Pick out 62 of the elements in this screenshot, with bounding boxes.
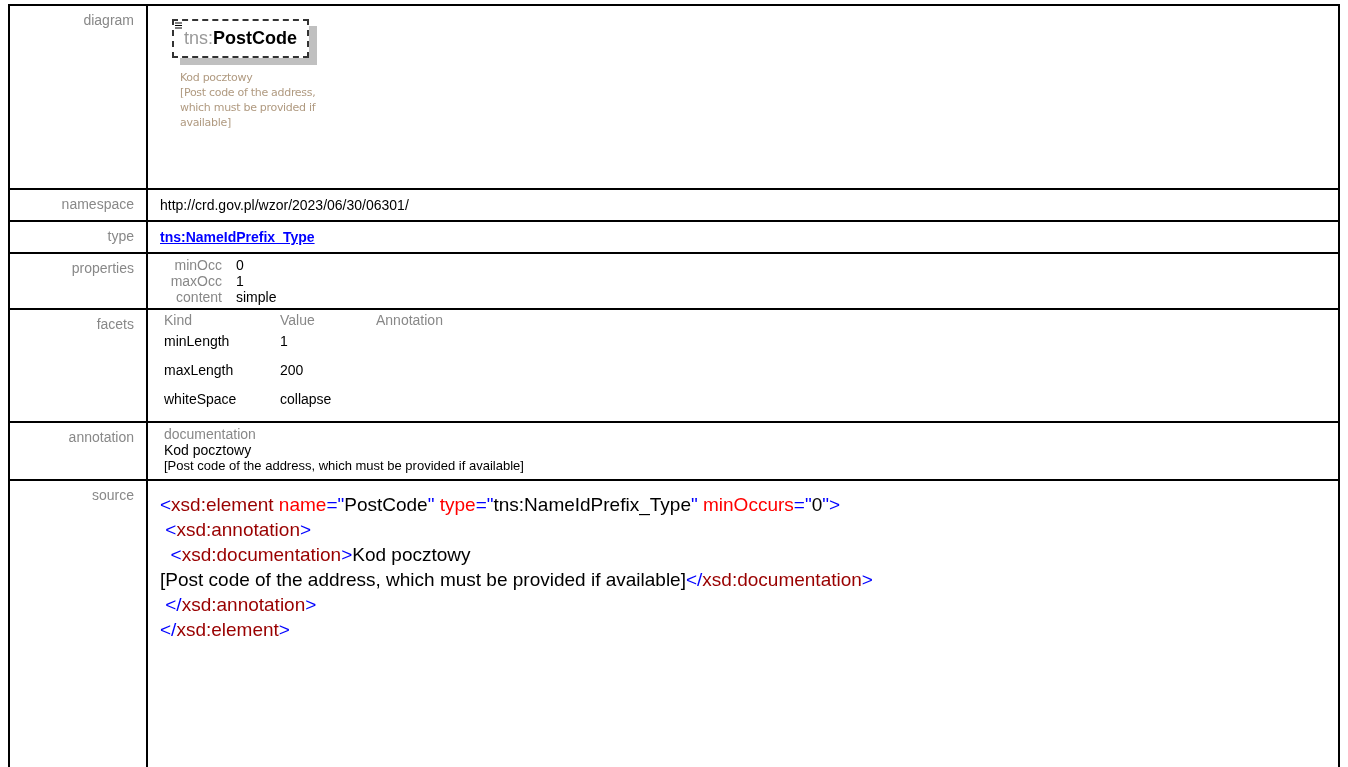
code-token: =" <box>475 494 494 515</box>
code-token: xsd:documentation <box>181 544 342 565</box>
facet-kind: minLength <box>164 332 231 351</box>
code-token: xsd:element <box>176 619 279 640</box>
namespace-value: http://crd.gov.pl/wzor/2023/06/30/06301/ <box>160 197 409 213</box>
code-token: > <box>305 594 317 615</box>
row-label: properties <box>71 260 134 276</box>
element-name: PostCode <box>213 28 298 48</box>
code-token: xsd:documentation <box>702 569 862 590</box>
code-token: minOccurs <box>701 494 794 515</box>
code-token: xsd:annotation <box>181 594 306 615</box>
row-label: source <box>91 487 134 503</box>
code-token: =" <box>793 494 812 515</box>
facet-kind: maxLength <box>164 361 235 380</box>
code-token: < <box>164 519 177 540</box>
property-name: maxOcc <box>169 273 222 289</box>
row-label: diagram <box>83 12 134 28</box>
property-name: content <box>175 289 222 305</box>
column-header: Value <box>280 313 316 327</box>
list-icon <box>175 22 182 29</box>
row-label: namespace <box>61 196 134 212</box>
code-token: type <box>438 494 476 515</box>
facet-value: 1 <box>280 332 289 351</box>
code-token: > <box>861 569 873 590</box>
documentation-text: [Post code of the address, which must be provided if available] <box>164 458 525 474</box>
code-token: xsd:annotation <box>176 519 300 540</box>
facet-value: 200 <box>280 361 305 380</box>
code-token: [Post code of the address, which must be provided if available] <box>160 569 686 590</box>
code-token: PostCode <box>344 494 428 515</box>
property-name: minOcc <box>173 257 222 273</box>
code-token: xsd:element <box>171 494 274 515</box>
row-label: type <box>107 228 134 244</box>
code-token: > <box>278 619 290 640</box>
code-token: 0 <box>811 494 823 515</box>
code-token: name <box>277 494 327 515</box>
code-token: > <box>299 519 312 540</box>
code-token: </ <box>160 619 177 640</box>
facet-value: collapse <box>280 390 333 409</box>
code-token: </ <box>685 569 703 590</box>
column-header: Kind <box>164 313 194 327</box>
row-label: facets <box>96 316 134 332</box>
code-token: < <box>169 544 182 565</box>
documentation-text: Kod pocztowy <box>164 442 253 458</box>
diagram-annotation: Kod pocztowy [Post code of the address, which must be provided if available] <box>180 70 317 130</box>
code-token: < <box>160 494 172 515</box>
column-header: Annotation <box>376 313 444 327</box>
element-prefix: tns: <box>184 28 213 48</box>
code-token: Kod pocztowy <box>352 544 471 565</box>
code-token: =" <box>326 494 345 515</box>
code-token: tns:NameIdPrefix_Type <box>493 494 691 515</box>
property-value: simple <box>236 289 278 305</box>
annotation-heading: documentation <box>164 426 257 442</box>
code-token: > <box>341 544 353 565</box>
code-token: "> <box>822 494 841 515</box>
property-value: 1 <box>236 273 245 289</box>
type-link[interactable]: tns:NameIdPrefix_Type <box>160 229 315 245</box>
row-label: annotation <box>68 429 134 445</box>
code-token: </ <box>164 594 182 615</box>
facet-kind: whiteSpace <box>164 390 238 409</box>
code-token: " <box>690 494 698 515</box>
code-token: " <box>427 494 435 515</box>
property-value: 0 <box>236 257 245 273</box>
